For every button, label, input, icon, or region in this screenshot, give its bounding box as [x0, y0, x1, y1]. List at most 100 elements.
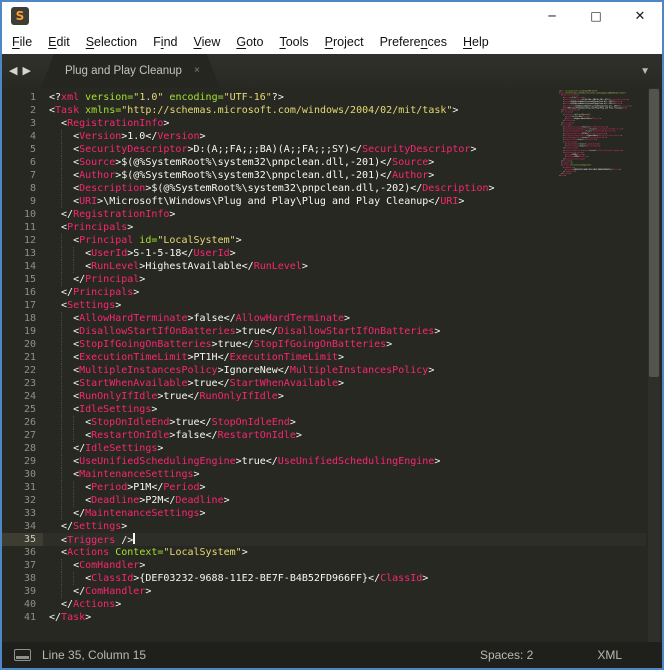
menu-item-selection[interactable]: Selection [78, 30, 145, 54]
code-line[interactable]: 33 </MaintenanceSettings> [2, 507, 646, 520]
line-number: 9 [2, 195, 43, 208]
scrollbar-thumb[interactable] [649, 89, 659, 377]
editor-area[interactable]: 1<?xml version="1.0" encoding="UTF-16"?>… [2, 88, 662, 642]
code-line[interactable]: 19 <DisallowStartIfOnBatteries>true</Dis… [2, 325, 646, 338]
code-line[interactable]: 41</Task> [559, 175, 634, 177]
line-number: 1 [2, 91, 43, 104]
status-bar: Line 35, Column 15 Spaces: 2 XML [2, 642, 662, 668]
text-cursor [133, 533, 135, 544]
menu-item-view[interactable]: View [185, 30, 228, 54]
code-line[interactable]: 34 </Settings> [2, 520, 646, 533]
line-number: 17 [2, 299, 43, 312]
line-number: 33 [2, 507, 43, 520]
code-line[interactable]: 3 <RegistrationInfo> [2, 117, 646, 130]
code-line[interactable]: 32 <Deadline>P2M</Deadline> [2, 494, 646, 507]
close-button[interactable]: ✕ [618, 2, 662, 30]
code-line[interactable]: 24 <RunOnlyIfIdle>true</RunOnlyIfIdle> [2, 390, 646, 403]
code-line[interactable]: 18 <AllowHardTerminate>false</AllowHardT… [2, 312, 646, 325]
minimap-content: 1<?xml version="1.0" encoding="UTF-16"?>… [559, 90, 634, 177]
code-line[interactable]: 9 <URI>\Microsoft\Windows\Plug and Play\… [2, 195, 646, 208]
panel-toggle-icon[interactable] [14, 649, 31, 661]
tab-close-icon[interactable]: × [194, 66, 200, 76]
maximize-button[interactable]: □ [574, 2, 618, 30]
code-line[interactable]: 11 <Principals> [2, 221, 646, 234]
tab-overflow-dropdown-icon[interactable]: ▼ [640, 54, 650, 88]
indentation-status[interactable]: Spaces: 2 [480, 648, 533, 662]
line-number: 31 [2, 481, 43, 494]
code-line[interactable]: 14 <RunLevel>HighestAvailable</RunLevel> [2, 260, 646, 273]
code-line[interactable]: 29 <UseUnifiedSchedulingEngine>true</Use… [2, 455, 646, 468]
cursor-position-status: Line 35, Column 15 [42, 648, 146, 662]
line-number: 8 [2, 182, 43, 195]
code-line[interactable]: 15 </Principal> [2, 273, 646, 286]
line-number: 29 [2, 455, 43, 468]
code-line[interactable]: 2<Task xmlns="http://schemas.microsoft.c… [2, 104, 646, 117]
code-line[interactable]: 40 </Actions> [2, 598, 646, 611]
line-number: 24 [2, 390, 43, 403]
nav-back-icon[interactable]: ◀ [9, 66, 17, 77]
line-number: 21 [2, 351, 43, 364]
line-number: 37 [2, 559, 43, 572]
code-line[interactable]: 27 <RestartOnIdle>false</RestartOnIdle> [2, 429, 646, 442]
code-line[interactable]: 31 <Period>P1M</Period> [2, 481, 646, 494]
code-line[interactable]: 30 <MaintenanceSettings> [2, 468, 646, 481]
code-line[interactable]: 12 <Principal id="LocalSystem"> [2, 234, 646, 247]
line-number: 3 [2, 117, 43, 130]
menu-item-preferences[interactable]: Preferences [372, 30, 455, 54]
menu-item-find[interactable]: Find [145, 30, 185, 54]
line-number: 35 [2, 533, 43, 546]
code-line[interactable]: 38 <ClassId>{DEF03232-9688-11E2-BE7F-B4B… [2, 572, 646, 585]
line-number: 12 [2, 234, 43, 247]
code-line[interactable]: 23 <StartWhenAvailable>true</StartWhenAv… [2, 377, 646, 390]
line-number: 22 [2, 364, 43, 377]
menu-item-project[interactable]: Project [317, 30, 372, 54]
tab-plug-and-play-cleanup[interactable]: Plug and Play Cleanup × [41, 54, 220, 88]
code-line[interactable]: 26 <StopOnIdleEnd>true</StopOnIdleEnd> [2, 416, 646, 429]
syntax-status[interactable]: XML [597, 648, 622, 662]
line-number: 10 [2, 208, 43, 221]
line-number: 30 [2, 468, 43, 481]
code-line[interactable]: 6 <Source>$(@%SystemRoot%\system32\pnpcl… [2, 156, 646, 169]
code-line[interactable]: 13 <UserId>S-1-5-18</UserId> [2, 247, 646, 260]
code-line[interactable]: 35 <Triggers /> [2, 533, 646, 546]
vertical-scrollbar[interactable] [648, 88, 660, 642]
line-number: 13 [2, 247, 43, 260]
minimap[interactable]: 1<?xml version="1.0" encoding="UTF-16"?>… [559, 90, 634, 185]
code-line[interactable]: 8 <Description>$(@%SystemRoot%\system32\… [2, 182, 646, 195]
code-line[interactable]: 37 <ComHandler> [2, 559, 646, 572]
line-number: 14 [2, 260, 43, 273]
sublime-text-window: S ─ □ ✕ FileEditSelectionFindViewGotoToo… [0, 0, 664, 670]
code-line[interactable]: 7 <Author>$(@%SystemRoot%\system32\pnpcl… [2, 169, 646, 182]
code-line[interactable]: 36 <Actions Context="LocalSystem"> [2, 546, 646, 559]
code-line[interactable]: 16 </Principals> [2, 286, 646, 299]
line-number: 7 [2, 169, 43, 182]
line-number: 15 [2, 273, 43, 286]
menu-item-edit[interactable]: Edit [40, 30, 78, 54]
title-bar: S ─ □ ✕ [2, 2, 662, 30]
code-line[interactable]: 10 </RegistrationInfo> [2, 208, 646, 221]
nav-forward-icon[interactable]: ▶ [22, 66, 30, 77]
code-line[interactable]: 22 <MultipleInstancesPolicy>IgnoreNew</M… [2, 364, 646, 377]
code-line[interactable]: 5 <SecurityDescriptor>D:(A;;FA;;;BA)(A;;… [2, 143, 646, 156]
code-line[interactable]: 20 <StopIfGoingOnBatteries>true</StopIfG… [2, 338, 646, 351]
line-number: 38 [2, 572, 43, 585]
line-number: 36 [2, 546, 43, 559]
code-line[interactable]: 21 <ExecutionTimeLimit>PT1H</ExecutionTi… [2, 351, 646, 364]
code-line[interactable]: 4 <Version>1.0</Version> [2, 130, 646, 143]
code-line[interactable]: 1<?xml version="1.0" encoding="UTF-16"?> [2, 91, 646, 104]
code-line[interactable]: 39 </ComHandler> [2, 585, 646, 598]
code-line[interactable]: 25 <IdleSettings> [2, 403, 646, 416]
menu-item-help[interactable]: Help [455, 30, 497, 54]
menu-item-tools[interactable]: Tools [271, 30, 316, 54]
code-lines[interactable]: 1<?xml version="1.0" encoding="UTF-16"?>… [2, 91, 646, 642]
menu-item-file[interactable]: File [4, 30, 40, 54]
minimize-button[interactable]: ─ [530, 2, 574, 30]
menu-bar: FileEditSelectionFindViewGotoToolsProjec… [2, 30, 662, 54]
line-number: 28 [2, 442, 43, 455]
code-line[interactable]: 41</Task> [2, 611, 646, 624]
code-line[interactable]: 28 </IdleSettings> [2, 442, 646, 455]
code-line[interactable]: 17 <Settings> [2, 299, 646, 312]
line-number: 23 [2, 377, 43, 390]
line-number: 20 [2, 338, 43, 351]
menu-item-goto[interactable]: Goto [228, 30, 271, 54]
